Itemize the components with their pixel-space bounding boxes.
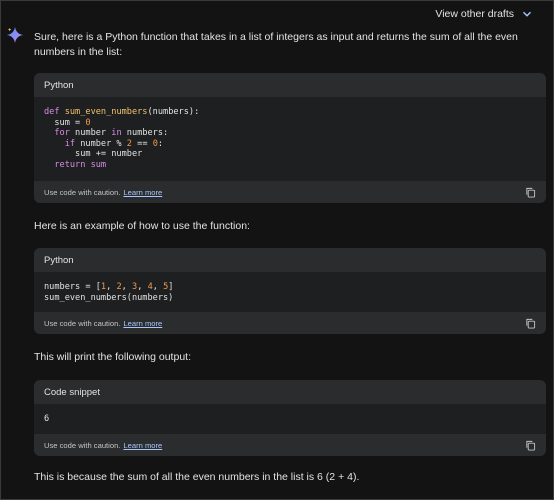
- code-block-language: Python: [34, 73, 546, 97]
- caution-text: Use code with caution.: [44, 440, 121, 450]
- view-other-drafts-button[interactable]: View other drafts: [435, 6, 532, 22]
- gemini-spark-icon: [6, 26, 24, 44]
- learn-more-link[interactable]: Learn more: [123, 319, 162, 328]
- caution-text: Use code with caution.: [44, 187, 121, 197]
- code-content: def sum_even_numbers(numbers): sum = 0 f…: [44, 107, 200, 170]
- copy-icon[interactable]: [525, 318, 536, 329]
- example-text: Here is an example of how to use the fun…: [34, 220, 250, 232]
- conclusion-text: This is because the sum of all the even …: [34, 471, 360, 483]
- code-footer: Use code with caution. Learn more: [34, 434, 546, 456]
- view-other-drafts-label: View other drafts: [435, 8, 514, 20]
- code-block-3: Code snippet 6 Use code with caution. Le…: [34, 380, 546, 456]
- learn-more-link[interactable]: Learn more: [123, 188, 162, 197]
- copy-icon[interactable]: [525, 440, 536, 451]
- code-footer: Use code with caution. Learn more: [34, 181, 546, 203]
- code-block-2: Python numbers = [1, 2, 3, 4, 5] sum_eve…: [34, 248, 546, 334]
- learn-more-link[interactable]: Learn more: [123, 441, 162, 450]
- code-content: numbers = [1, 2, 3, 4, 5] sum_even_numbe…: [44, 282, 174, 303]
- copy-icon[interactable]: [525, 187, 536, 198]
- output-text: This will print the following output:: [34, 351, 191, 363]
- code-block-language: Python: [34, 248, 546, 272]
- caution-text: Use code with caution.: [44, 318, 121, 328]
- code-content: 6: [44, 414, 50, 424]
- code-block-language: Code snippet: [34, 380, 546, 404]
- chevron-down-icon: [523, 11, 531, 17]
- response-intro: Sure, here is a Python function that tak…: [34, 31, 518, 58]
- code-footer: Use code with caution. Learn more: [34, 312, 546, 334]
- code-block-1: Python def sum_even_numbers(numbers): su…: [34, 73, 546, 203]
